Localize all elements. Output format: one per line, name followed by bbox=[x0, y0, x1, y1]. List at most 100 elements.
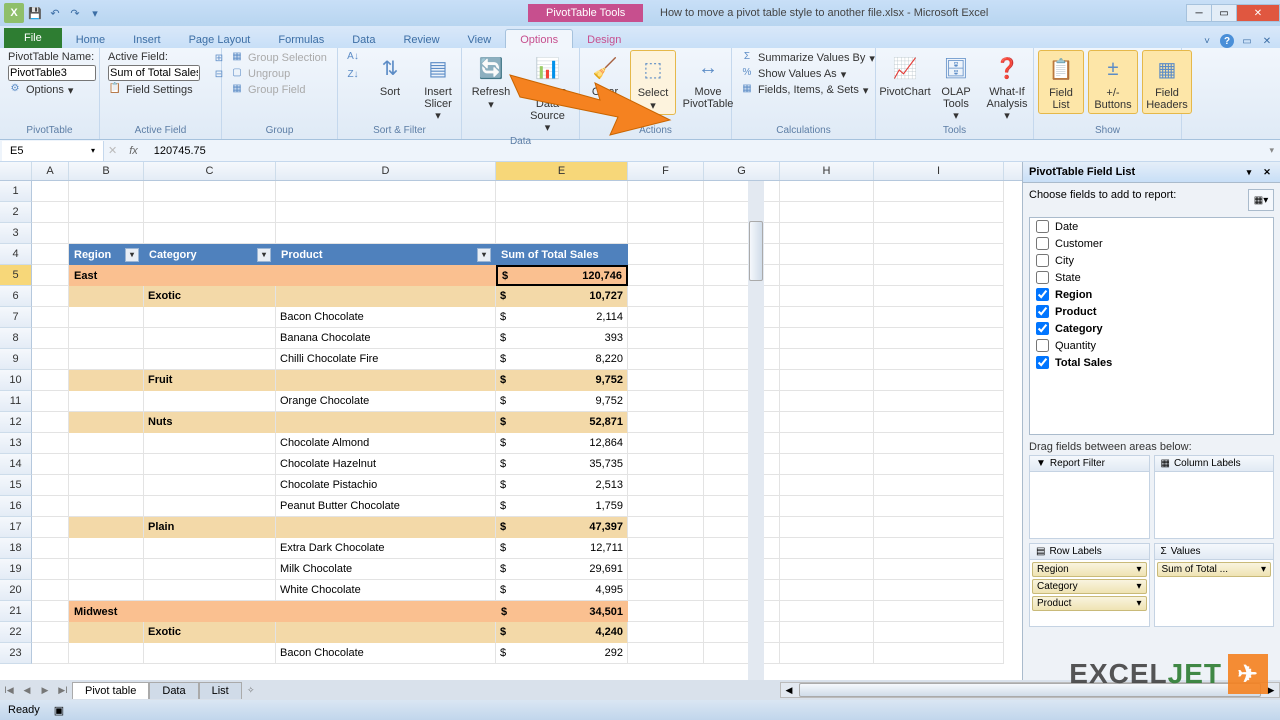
col-A[interactable]: A bbox=[32, 162, 69, 180]
pivottable-options-button[interactable]: ⚙Options ▾ bbox=[4, 82, 100, 98]
select-all-corner[interactable] bbox=[0, 162, 32, 180]
tab-options[interactable]: Options bbox=[505, 29, 573, 48]
row-2[interactable]: 2 bbox=[0, 202, 32, 223]
window-restore-icon[interactable]: ▭ bbox=[1240, 34, 1254, 48]
refresh-button[interactable]: 🔄Refresh▾ bbox=[466, 50, 516, 113]
row-3[interactable]: 3 bbox=[0, 223, 32, 244]
category-value[interactable]: $4,240 bbox=[496, 622, 628, 643]
product-value[interactable]: $1,759 bbox=[496, 496, 628, 517]
row-21[interactable]: 21 bbox=[0, 601, 32, 622]
row-4[interactable]: 4 bbox=[0, 244, 32, 265]
field-list-close-icon[interactable]: ✕ bbox=[1260, 167, 1274, 178]
field-checkbox[interactable] bbox=[1036, 254, 1049, 267]
sheet-tab-pivot[interactable]: Pivot table bbox=[72, 682, 149, 699]
formula-content[interactable]: 120745.75 bbox=[146, 145, 206, 157]
tab-review[interactable]: Review bbox=[389, 30, 453, 48]
col-F[interactable]: F bbox=[628, 162, 704, 180]
row-17[interactable]: 17 bbox=[0, 517, 32, 538]
select-button[interactable]: ⬚Select▾ bbox=[630, 50, 676, 115]
product-cell[interactable]: Banana Chocolate bbox=[276, 328, 496, 349]
col-I[interactable]: I bbox=[874, 162, 1004, 180]
product-value[interactable]: $9,752 bbox=[496, 391, 628, 412]
pivot-header-region[interactable]: Region▾ bbox=[69, 244, 144, 265]
col-H[interactable]: H bbox=[780, 162, 874, 180]
row-15[interactable]: 15 bbox=[0, 475, 32, 496]
row-13[interactable]: 13 bbox=[0, 433, 32, 454]
product-value[interactable]: $8,220 bbox=[496, 349, 628, 370]
pivottable-name-input[interactable] bbox=[8, 65, 96, 81]
plusminus-buttons-button[interactable]: ±+/-Buttons bbox=[1088, 50, 1138, 114]
field-checkbox[interactable] bbox=[1036, 288, 1049, 301]
category-value[interactable]: $10,727 bbox=[496, 286, 628, 307]
summarize-values-button[interactable]: ΣSummarize Values By ▾ bbox=[736, 50, 879, 66]
cancel-icon[interactable]: ✕ bbox=[104, 144, 121, 157]
row-area-item[interactable]: Product▾ bbox=[1032, 596, 1147, 611]
product-cell[interactable]: Extra Dark Chocolate bbox=[276, 538, 496, 559]
category-cell[interactable]: Exotic bbox=[144, 622, 276, 643]
row-6[interactable]: 6 bbox=[0, 286, 32, 307]
product-cell[interactable]: Orange Chocolate bbox=[276, 391, 496, 412]
layout-options-button[interactable]: ▦▾ bbox=[1248, 189, 1274, 211]
field-product[interactable]: Product bbox=[1030, 303, 1273, 320]
show-values-as-button[interactable]: %Show Values As ▾ bbox=[736, 66, 879, 82]
row-1[interactable]: 1 bbox=[0, 181, 32, 202]
row-20[interactable]: 20 bbox=[0, 580, 32, 601]
excel-icon[interactable]: X bbox=[4, 3, 24, 23]
field-city[interactable]: City bbox=[1030, 252, 1273, 269]
cells-area[interactable]: Region▾Category▾Product▾Sum of Total Sal… bbox=[32, 181, 1022, 664]
product-value[interactable]: $4,995 bbox=[496, 580, 628, 601]
product-cell[interactable]: Milk Chocolate bbox=[276, 559, 496, 580]
insert-slicer-button[interactable]: ▤InsertSlicer ▾ bbox=[416, 50, 460, 124]
minimize-ribbon-icon[interactable]: ˅ bbox=[1200, 34, 1214, 48]
product-cell[interactable]: Chocolate Hazelnut bbox=[276, 454, 496, 475]
row-11[interactable]: 11 bbox=[0, 391, 32, 412]
redo-icon[interactable]: ↷ bbox=[66, 4, 84, 22]
field-settings-button[interactable]: 📋Field Settings bbox=[104, 82, 204, 98]
row-8[interactable]: 8 bbox=[0, 328, 32, 349]
active-field-input[interactable] bbox=[108, 65, 200, 81]
macro-record-icon[interactable]: ▣ bbox=[54, 704, 64, 717]
help-icon[interactable]: ? bbox=[1220, 34, 1234, 48]
area-report-filter[interactable]: ▼Report Filter bbox=[1029, 455, 1150, 539]
product-cell[interactable]: Peanut Butter Chocolate bbox=[276, 496, 496, 517]
product-value[interactable]: $2,114 bbox=[496, 307, 628, 328]
vertical-scrollbar[interactable] bbox=[748, 181, 764, 680]
region-filter-icon[interactable]: ▾ bbox=[125, 248, 139, 262]
product-cell[interactable]: White Chocolate bbox=[276, 580, 496, 601]
area-row-labels[interactable]: ▤Row Labels Region▾Category▾Product▾ bbox=[1029, 543, 1150, 627]
row-7[interactable]: 7 bbox=[0, 307, 32, 328]
tab-nav-prev-icon[interactable]: ◀ bbox=[18, 685, 36, 696]
pivot-header-sum[interactable]: Sum of Total Sales bbox=[496, 244, 628, 265]
new-sheet-icon[interactable]: ✧ bbox=[242, 685, 260, 696]
sheet-tab-data[interactable]: Data bbox=[149, 682, 198, 699]
move-pivottable-button[interactable]: ↔MovePivotTable bbox=[680, 50, 736, 112]
field-headers-button[interactable]: ▦FieldHeaders bbox=[1142, 50, 1192, 114]
spreadsheet-grid[interactable]: A B C D E F G H I 1234567891011121314151… bbox=[0, 162, 1022, 680]
row-10[interactable]: 10 bbox=[0, 370, 32, 391]
row-area-item[interactable]: Category▾ bbox=[1032, 579, 1147, 594]
col-E[interactable]: E bbox=[496, 162, 628, 180]
tab-insert[interactable]: Insert bbox=[119, 30, 175, 48]
category-cell[interactable]: Nuts bbox=[144, 412, 276, 433]
field-checkbox[interactable] bbox=[1036, 305, 1049, 318]
tab-data[interactable]: Data bbox=[338, 30, 389, 48]
area-values[interactable]: ΣValues Sum of Total ...▾ bbox=[1154, 543, 1275, 627]
row-16[interactable]: 16 bbox=[0, 496, 32, 517]
row-9[interactable]: 9 bbox=[0, 349, 32, 370]
tab-nav-last-icon[interactable]: ▶I bbox=[54, 685, 72, 696]
row-22[interactable]: 22 bbox=[0, 622, 32, 643]
product-filter-icon[interactable]: ▾ bbox=[477, 248, 491, 262]
row-area-item[interactable]: Region▾ bbox=[1032, 562, 1147, 577]
row-5[interactable]: 5 bbox=[0, 265, 32, 286]
close-button[interactable]: ✕ bbox=[1236, 4, 1280, 22]
field-checkbox[interactable] bbox=[1036, 237, 1049, 250]
product-cell[interactable]: Chilli Chocolate Fire bbox=[276, 349, 496, 370]
window-close-inner-icon[interactable]: ✕ bbox=[1260, 34, 1274, 48]
row-23[interactable]: 23 bbox=[0, 643, 32, 664]
fx-icon[interactable]: fx bbox=[121, 145, 146, 157]
field-list-button[interactable]: 📋FieldList bbox=[1038, 50, 1084, 114]
product-value[interactable]: $12,864 bbox=[496, 433, 628, 454]
region-cell[interactable]: Midwest bbox=[69, 601, 144, 622]
field-state[interactable]: State bbox=[1030, 269, 1273, 286]
maximize-button[interactable]: ▭ bbox=[1211, 4, 1237, 22]
